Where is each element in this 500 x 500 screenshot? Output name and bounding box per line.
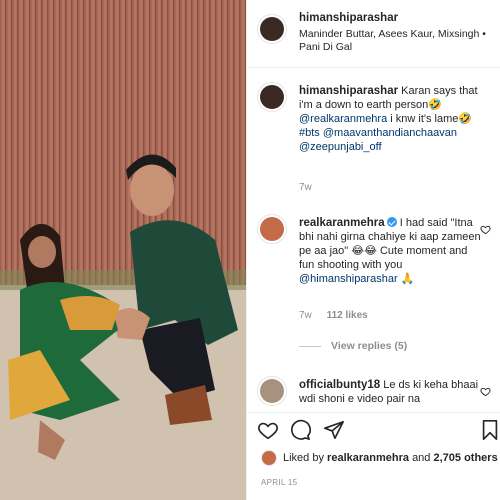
comment-like-heart-icon[interactable] [480,386,491,397]
post-date[interactable]: April 15 [261,478,297,487]
comment-bubble-icon[interactable] [289,419,311,441]
verified-badge-icon [386,217,397,227]
comment-username[interactable]: realkaranmehra [299,217,385,229]
commenter-avatar[interactable] [257,376,287,406]
caption-time[interactable]: 7w [299,182,312,193]
likes-summary: Liked by realkaranmehra and 2,705 others [261,450,500,466]
comment-meta: 7w 112 likes [299,310,368,321]
comment-likes[interactable]: 112 likes [327,310,368,321]
caption-meta: 7w [299,182,324,193]
comment-item: officialbunty18 Le ds ki keha bhaai wdi … [247,376,500,410]
comment-trail: 🙏 [400,273,415,285]
likes-prefix: Liked by [283,451,324,464]
likes-and: and [412,451,431,464]
caption-mention-1[interactable]: @realkaranmehra [299,113,387,125]
author-avatar[interactable] [257,14,287,44]
caption-hashtag[interactable]: #bts [299,127,320,139]
liker-avatar[interactable] [261,450,277,466]
caption-mention-2[interactable]: @maavanthandianchaavan [323,127,457,139]
comment-time[interactable]: 7w [299,310,312,321]
liker-username[interactable]: realkaranmehra [327,452,409,464]
bookmark-icon[interactable] [479,419,500,441]
replies-divider [299,345,321,347]
comment-username[interactable]: officialbunty18 [299,379,380,391]
post-photo-illustration [0,0,246,500]
post-details-panel: himanshiparashar Maninder Buttar, Asees … [246,0,500,500]
comment-mention[interactable]: @himanshiparashar [299,273,398,285]
comment-like-heart-icon[interactable] [480,224,491,235]
caption-text-mid: i knw it's lame🤣 [390,113,473,125]
post-music[interactable]: Maninder Buttar, Asees Kaur, Mixsingh • … [299,28,497,54]
view-replies-label: View replies (5) [331,340,408,352]
caption-mention-3[interactable]: @zeepunjabi_off [299,141,382,153]
likes-others[interactable]: 2,705 others [433,452,497,464]
post-header: himanshiparashar Maninder Buttar, Asees … [247,0,500,68]
comment-text: officialbunty18 Le ds ki keha bhaai wdi … [299,378,485,406]
commenter-avatar[interactable] [257,214,287,244]
view-replies-button[interactable]: View replies (5) [299,340,407,352]
paper-plane-icon[interactable] [323,419,345,441]
caption-text: himanshiparashar Karan says that i'm a d… [299,84,485,154]
post-image[interactable] [0,0,246,500]
heart-icon[interactable] [257,419,279,441]
comment-text: realkaranmehra I had said "Itna bhi nahi… [299,216,485,286]
caption-avatar[interactable] [257,82,287,112]
post-action-bar [247,412,500,446]
caption-username[interactable]: himanshiparashar [299,85,398,97]
author-username[interactable]: himanshiparashar [299,12,398,24]
